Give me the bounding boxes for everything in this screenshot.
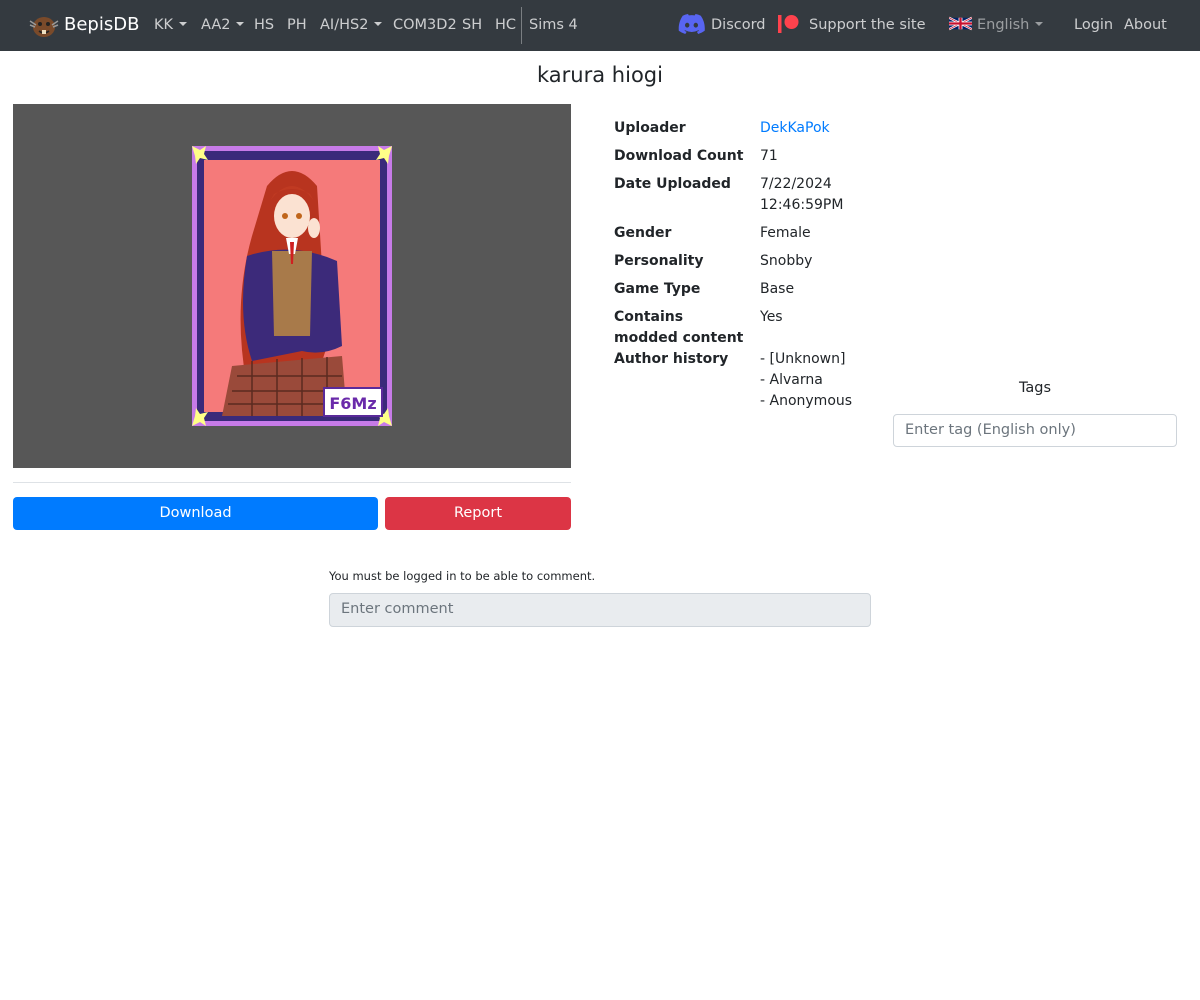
login-required-note: You must be logged in to be able to comm… bbox=[329, 569, 596, 583]
detail-label-personality: Personality bbox=[614, 253, 704, 269]
bepis-logo-icon bbox=[29, 17, 59, 37]
language-dropdown[interactable]: English bbox=[949, 0, 1044, 51]
caret-down-icon bbox=[179, 22, 188, 26]
nav-item-label: HC bbox=[495, 17, 517, 33]
language-label: English bbox=[977, 17, 1030, 33]
detail-value-gender: Female bbox=[760, 225, 811, 241]
detail-value-personality: Snobby bbox=[760, 253, 813, 269]
nav-item-label: COM3D2 bbox=[393, 17, 457, 33]
detail-value-time: 12:46:59PM bbox=[760, 197, 844, 213]
detail-label-date-uploaded: Date Uploaded bbox=[614, 176, 731, 192]
report-button[interactable]: Report bbox=[385, 497, 571, 530]
detail-label-game-type: Game Type bbox=[614, 281, 701, 297]
discord-icon bbox=[678, 13, 705, 34]
uploader-link[interactable]: DekKaPok bbox=[760, 118, 830, 139]
caret-down-icon bbox=[374, 22, 383, 26]
comment-input[interactable]: Enter comment bbox=[329, 593, 871, 627]
nav-item-label: HS bbox=[254, 17, 275, 33]
detail-label-modded-content: modded content bbox=[614, 330, 744, 346]
nav-item-label: PH bbox=[287, 17, 307, 33]
character-card-image: F6Mz bbox=[192, 146, 392, 426]
nav-kk-dropdown[interactable]: KK bbox=[154, 0, 188, 51]
nav-aihs2-dropdown[interactable]: AI/HS2 bbox=[320, 0, 383, 51]
tag-input[interactable]: Enter tag (English only) bbox=[893, 414, 1177, 447]
support-link[interactable]: Support the site bbox=[777, 0, 926, 51]
detail-label-contains: Contains bbox=[614, 309, 684, 325]
detail-value-game-type: Base bbox=[760, 281, 795, 297]
author-history-item: - Alvarna bbox=[760, 372, 823, 388]
detail-value-modded: Yes bbox=[760, 309, 783, 325]
discord-link[interactable]: Discord bbox=[678, 0, 766, 51]
download-button[interactable]: Download bbox=[13, 497, 378, 530]
detail-label-author-history: Author history bbox=[614, 351, 729, 367]
detail-label-download-count: Download Count bbox=[614, 148, 744, 164]
nav-item-label: KK bbox=[154, 17, 174, 33]
card-title: karura hiogi bbox=[537, 63, 663, 87]
nav-com3d2-link[interactable]: COM3D2 bbox=[393, 0, 457, 51]
brand-name: BepisDB bbox=[64, 14, 140, 35]
nav-hc-link[interactable]: HC bbox=[495, 0, 516, 51]
nav-item-label: SH bbox=[462, 17, 483, 33]
nav-aa2-dropdown[interactable]: AA2 bbox=[201, 0, 245, 51]
login-link[interactable]: Login bbox=[1074, 0, 1113, 51]
nav-ph-link[interactable]: PH bbox=[287, 0, 307, 51]
patreon-icon bbox=[778, 14, 799, 33]
discord-label: Discord bbox=[711, 17, 766, 33]
nav-item-label: Sims 4 bbox=[529, 17, 578, 33]
nav-sh-link[interactable]: SH bbox=[462, 0, 482, 51]
card-preview: F6Mz bbox=[13, 104, 571, 468]
about-label: About bbox=[1124, 17, 1167, 33]
uk-flag-icon bbox=[949, 16, 972, 31]
author-history-item: - Anonymous bbox=[760, 393, 853, 409]
about-link[interactable]: About bbox=[1124, 0, 1167, 51]
nav-item-label: AI/HS2 bbox=[320, 17, 369, 33]
nav-item-label: AA2 bbox=[201, 17, 231, 33]
detail-value-date: 7/22/2024 bbox=[760, 176, 832, 192]
detail-label-uploader: Uploader bbox=[614, 120, 686, 136]
nav-hs-link[interactable]: HS bbox=[254, 0, 274, 51]
support-label: Support the site bbox=[809, 17, 926, 33]
detail-value-download-count: 71 bbox=[760, 148, 778, 164]
tags-heading: Tags bbox=[1018, 380, 1052, 396]
caret-down-icon bbox=[236, 22, 245, 26]
login-label: Login bbox=[1074, 17, 1114, 33]
card-watermark: F6Mz bbox=[329, 394, 376, 413]
caret-down-icon bbox=[1035, 22, 1044, 26]
divider bbox=[13, 482, 571, 483]
nav-sims4-link[interactable]: Sims 4 bbox=[529, 0, 578, 51]
detail-label-gender: Gender bbox=[614, 225, 672, 241]
nav-divider bbox=[521, 7, 522, 44]
top-navbar: BepisDB KK AA2 HS PH AI/HS2 COM3D2 SH HC… bbox=[0, 0, 1200, 51]
author-history-item: - [Unknown] bbox=[760, 351, 846, 367]
